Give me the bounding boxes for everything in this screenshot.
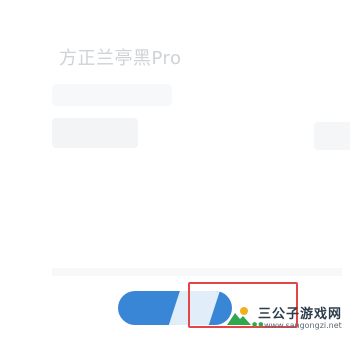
watermark-dots: ●● (252, 321, 265, 328)
font-name-label: 方正兰亭黑Pro (59, 48, 182, 69)
font-info-placeholder (52, 84, 172, 106)
mountain-sun-icon (227, 307, 251, 325)
watermark-site-name: 三公子游戏网 (258, 307, 343, 322)
preview-placeholder (52, 118, 138, 148)
side-placeholder (314, 122, 350, 150)
divider (52, 268, 342, 276)
watermark-url: www.sangongzi.net (264, 321, 342, 330)
